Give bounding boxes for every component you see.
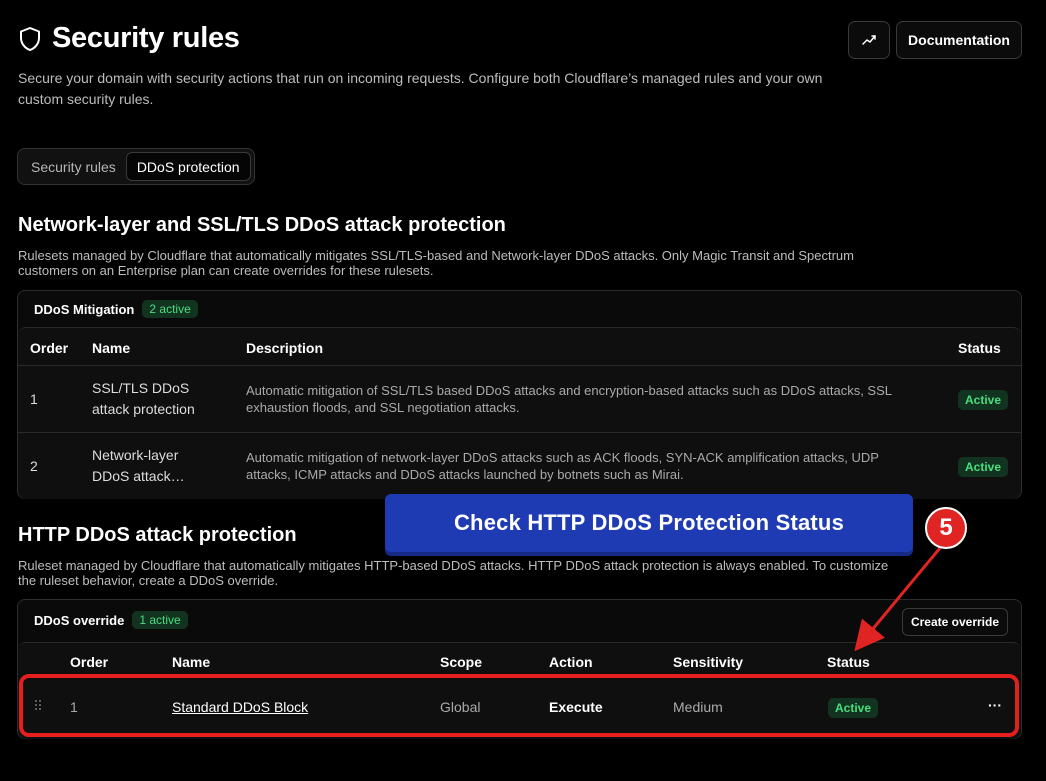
- column-header-status: Status: [958, 340, 1001, 356]
- step-number-badge: 5: [925, 507, 967, 549]
- shield-icon: [20, 26, 40, 51]
- network-section-title: Network-layer and SSL/TLS DDoS attack pr…: [18, 214, 506, 236]
- row-name-line2: attack protection: [92, 401, 195, 417]
- tab-ddos-protection[interactable]: DDoS protection: [125, 152, 251, 181]
- row-name-line1: Network-layer: [92, 447, 179, 463]
- column-header-sensitivity: Sensitivity: [673, 654, 744, 670]
- tab-bar: Security rules DDoS protection: [17, 148, 255, 185]
- row-divider: [18, 432, 1021, 433]
- active-count-badge: 2 active: [142, 300, 198, 318]
- panel-name: DDoS override: [34, 612, 125, 628]
- tab-security-rules[interactable]: Security rules: [21, 152, 126, 181]
- column-header-action: Action: [549, 654, 593, 670]
- page-title: Security rules: [52, 22, 240, 54]
- analytics-link-button[interactable]: [848, 21, 890, 59]
- panel-header: DDoS override 1 active: [34, 611, 188, 629]
- ddos-mitigation-panel: DDoS Mitigation 2 active Order Name Desc…: [17, 290, 1022, 499]
- status-badge: Active: [958, 457, 1009, 477]
- documentation-button[interactable]: Documentation: [896, 21, 1022, 59]
- row-name-line2: DDoS attack…: [92, 468, 185, 484]
- network-section-description: Rulesets managed by Cloudflare that auto…: [18, 248, 854, 278]
- security-rules-page: Security rules Secure your domain with s…: [0, 0, 1046, 781]
- column-header-order: Order: [70, 654, 109, 670]
- column-header-order: Order: [30, 340, 69, 356]
- ddos-mitigation-table: Order Name Description Status 1 SSL/TLS …: [18, 327, 1021, 499]
- row-description: Automatic mitigation of network-layer DD…: [246, 450, 879, 482]
- column-header-status: Status: [827, 654, 870, 670]
- row-divider: [18, 365, 1021, 366]
- column-header-name: Name: [172, 654, 211, 670]
- annotation-callout: Check HTTP DDoS Protection Status: [385, 494, 913, 552]
- panel-name: DDoS Mitigation: [34, 301, 135, 317]
- column-header-scope: Scope: [440, 654, 483, 670]
- create-override-button[interactable]: Create override: [902, 608, 1008, 636]
- column-header-name: Name: [92, 340, 131, 356]
- panel-header: DDoS Mitigation 2 active: [34, 300, 198, 318]
- external-chart-icon: [862, 35, 876, 45]
- column-header-description: Description: [246, 340, 324, 356]
- row-order: 2: [30, 458, 38, 474]
- row-description: Automatic mitigation of SSL/TLS based DD…: [246, 383, 892, 415]
- row-order: 1: [30, 391, 38, 407]
- page-header: Security rules: [18, 22, 240, 55]
- highlight-box: [19, 674, 1019, 737]
- status-badge: Active: [958, 390, 1009, 410]
- http-section-title: HTTP DDoS attack protection: [18, 524, 297, 546]
- page-subtitle: Secure your domain with security actions…: [18, 70, 823, 107]
- active-count-badge: 1 active: [132, 611, 188, 629]
- row-name-line1: SSL/TLS DDoS: [92, 380, 190, 396]
- http-section-description: Ruleset managed by Cloudflare that autom…: [18, 558, 889, 588]
